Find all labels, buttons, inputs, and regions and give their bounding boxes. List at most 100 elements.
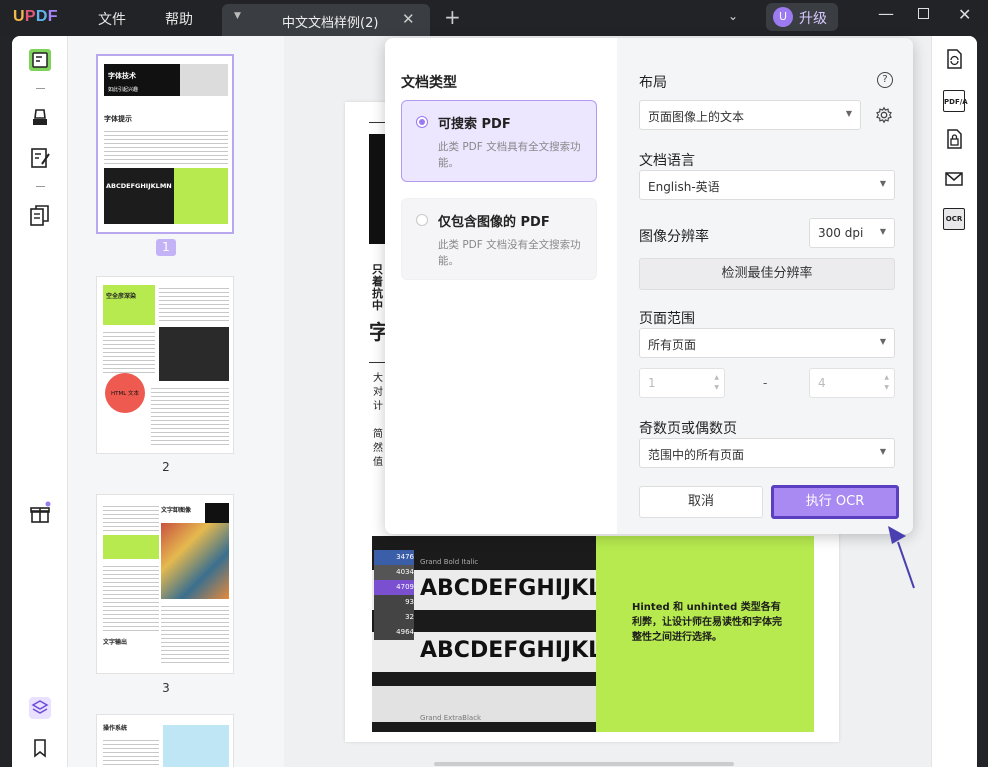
weight-tag: 32 xyxy=(374,610,414,625)
language-value: English-英语 xyxy=(648,180,720,194)
page-range-select[interactable]: 所有页面 ▼ xyxy=(639,328,895,358)
gift-icon[interactable] xyxy=(28,501,52,525)
divider xyxy=(36,88,45,89)
page-heading-fragment: 字 xyxy=(369,320,385,344)
ocr-settings-panel: 布局 ? 页面图像上的文本 ▼ 文档语言 English-英语 ▼ 图像分辨率 … xyxy=(617,38,913,534)
sample-alphabet: ABCDEFGHIJKLMNO xyxy=(420,576,596,601)
page-thumbnail-4[interactable]: 操作系统 xyxy=(96,714,234,767)
page-range-value: 所有页面 xyxy=(648,338,697,352)
cancel-button[interactable]: 取消 xyxy=(639,486,763,518)
close-window-icon[interactable]: ✕ xyxy=(958,5,971,24)
document-tab[interactable]: ▼ 中文文档样例(2) ✕ xyxy=(222,4,430,36)
odd-even-select[interactable]: 范围中的所有页面 ▼ xyxy=(639,438,895,468)
divider xyxy=(36,186,45,187)
radio-image-only-pdf[interactable] xyxy=(416,214,428,226)
page-number-1[interactable]: 1 xyxy=(156,239,176,256)
page-paragraph-fragment-2: 简然值 xyxy=(373,429,383,468)
menu-help[interactable]: 帮助 xyxy=(165,9,193,29)
chevron-down-icon[interactable]: ⌄ xyxy=(728,9,738,23)
tab-dropdown-icon[interactable]: ▼ xyxy=(234,11,241,21)
chevron-down-icon: ▼ xyxy=(879,337,886,346)
tab-title: 中文文档样例(2) xyxy=(282,16,379,31)
page-number-2[interactable]: 2 xyxy=(156,460,176,474)
layers-icon[interactable] xyxy=(28,696,52,720)
option-description: 此类 PDF 文档没有全文搜索功能。 xyxy=(438,239,581,267)
highlighter-icon[interactable] xyxy=(28,106,52,130)
radio-searchable-pdf[interactable] xyxy=(416,116,428,128)
language-select[interactable]: English-英语 ▼ xyxy=(639,170,895,200)
panel-text: Hinted 和 unhinted 类型各有利弊，让设计师在易读性和字体完整性之… xyxy=(632,602,782,643)
range-to-value: 4 xyxy=(818,376,826,390)
font-sample-image: 3476 4034 4709 93 32 4964 Grand Bold Ita… xyxy=(372,536,596,732)
option-description: 此类 PDF 文档具有全文搜索功能。 xyxy=(438,141,581,169)
option-searchable-pdf[interactable]: 可搜索 PDF 此类 PDF 文档具有全文搜索功能。 xyxy=(401,100,597,182)
page-range-label: 页面范围 xyxy=(639,311,695,327)
mail-icon[interactable] xyxy=(943,168,965,190)
language-label: 文档语言 xyxy=(639,153,695,169)
tab-close-icon[interactable]: ✕ xyxy=(402,10,415,28)
layout-label: 布局 xyxy=(639,75,667,91)
organize-pages-icon[interactable] xyxy=(28,204,52,228)
page-text-fragment: 只着抗中 xyxy=(372,264,383,312)
odd-even-label: 奇数页或偶数页 xyxy=(639,421,737,437)
menu-file[interactable]: 文件 xyxy=(98,9,126,29)
resolution-value: 300 dpi xyxy=(818,226,864,240)
thumbnail-panel: 字体技术 如此引起兴趣 字体提示 ABCDEFGHIJKLMN 1 空全彦深染 … xyxy=(68,36,284,767)
page-paragraph-fragment: 大对计 xyxy=(373,373,383,412)
option-title: 仅包含图像的 PDF xyxy=(438,215,550,230)
chevron-down-icon: ▼ xyxy=(879,227,886,236)
app-logo: UPDF xyxy=(13,8,58,25)
font-label: Grand Bold Italic xyxy=(420,558,479,566)
maximize-icon[interactable] xyxy=(918,8,929,19)
lime-panel: Hinted 和 unhinted 类型各有利弊，让设计师在易读性和字体完整性之… xyxy=(596,536,814,732)
odd-even-value: 范围中的所有页面 xyxy=(648,448,745,462)
weight-tag: 93 xyxy=(374,595,414,610)
edit-page-icon[interactable] xyxy=(28,146,52,170)
stepper-icon[interactable]: ▲ ▼ xyxy=(884,373,889,393)
page-thumbnail-1[interactable]: 字体技术 如此引起兴趣 字体提示 ABCDEFGHIJKLMN xyxy=(96,54,234,234)
document-type-label: 文档类型 xyxy=(401,75,457,91)
thumb1-subtitle: 如此引起兴趣 xyxy=(108,87,139,93)
detect-resolution-button[interactable]: 检测最佳分辨率 xyxy=(639,258,895,290)
convert-icon[interactable] xyxy=(943,48,965,70)
thumb2-badge: HTML 文本 xyxy=(111,391,140,397)
right-toolbar: PDF/A OCR xyxy=(931,36,977,767)
option-image-only-pdf[interactable]: 仅包含图像的 PDF 此类 PDF 文档没有全文搜索功能。 xyxy=(401,198,597,280)
thumb4-title: 操作系统 xyxy=(103,725,128,732)
stepper-icon[interactable]: ▲ ▼ xyxy=(714,373,719,393)
page-number-3[interactable]: 3 xyxy=(156,681,176,695)
new-tab-icon[interactable]: + xyxy=(444,5,461,29)
range-to-input[interactable]: 4 ▲ ▼ xyxy=(809,368,895,398)
title-bar: UPDF 文件 帮助 ▼ 中文文档样例(2) ✕ + ⌄ U 升级 — ✕ xyxy=(0,0,988,36)
run-ocr-button[interactable]: 执行 OCR xyxy=(771,485,899,519)
reader-icon[interactable] xyxy=(28,48,52,72)
help-icon[interactable]: ? xyxy=(877,72,893,88)
gear-icon[interactable] xyxy=(875,106,893,124)
thumb2-title: 空全彦深染 xyxy=(106,293,137,300)
thumb3-title: 文字卸图像 xyxy=(161,507,192,514)
page-thumbnail-2[interactable]: 空全彦深染 HTML 文本 xyxy=(96,276,234,454)
horizontal-scrollbar[interactable] xyxy=(434,762,734,766)
minimize-icon[interactable]: — xyxy=(878,4,894,23)
resolution-select[interactable]: 300 dpi ▼ xyxy=(809,218,895,248)
document-type-panel: 文档类型 可搜索 PDF 此类 PDF 文档具有全文搜索功能。 仅包含图像的 P… xyxy=(385,38,617,534)
chevron-down-icon: ▼ xyxy=(879,179,886,188)
layout-value: 页面图像上的文本 xyxy=(648,110,745,124)
sample-alphabet-2: ABCDEFGHIJKLMNO xyxy=(420,638,596,663)
layout-select[interactable]: 页面图像上的文本 ▼ xyxy=(639,100,861,130)
bookmark-icon[interactable] xyxy=(28,736,52,760)
resolution-label: 图像分辨率 xyxy=(639,229,709,245)
range-from-input[interactable]: 1 ▲ ▼ xyxy=(639,368,725,398)
range-from-value: 1 xyxy=(648,376,656,390)
pdfa-icon[interactable]: PDF/A xyxy=(943,90,968,112)
range-separator: - xyxy=(763,376,768,390)
left-toolbar xyxy=(12,36,68,767)
page-thumbnail-3[interactable]: 文字卸图像 文字输出 xyxy=(96,494,234,674)
upgrade-button[interactable]: U 升级 xyxy=(766,3,838,31)
weight-tag: 4034 xyxy=(374,565,414,580)
thumb3-subtitle: 文字输出 xyxy=(103,639,128,646)
thumb1-title: 字体技术 xyxy=(108,72,136,80)
ocr-icon[interactable]: OCR xyxy=(943,208,965,230)
protect-icon[interactable] xyxy=(943,128,965,150)
weight-tag: 4709 xyxy=(374,580,414,595)
